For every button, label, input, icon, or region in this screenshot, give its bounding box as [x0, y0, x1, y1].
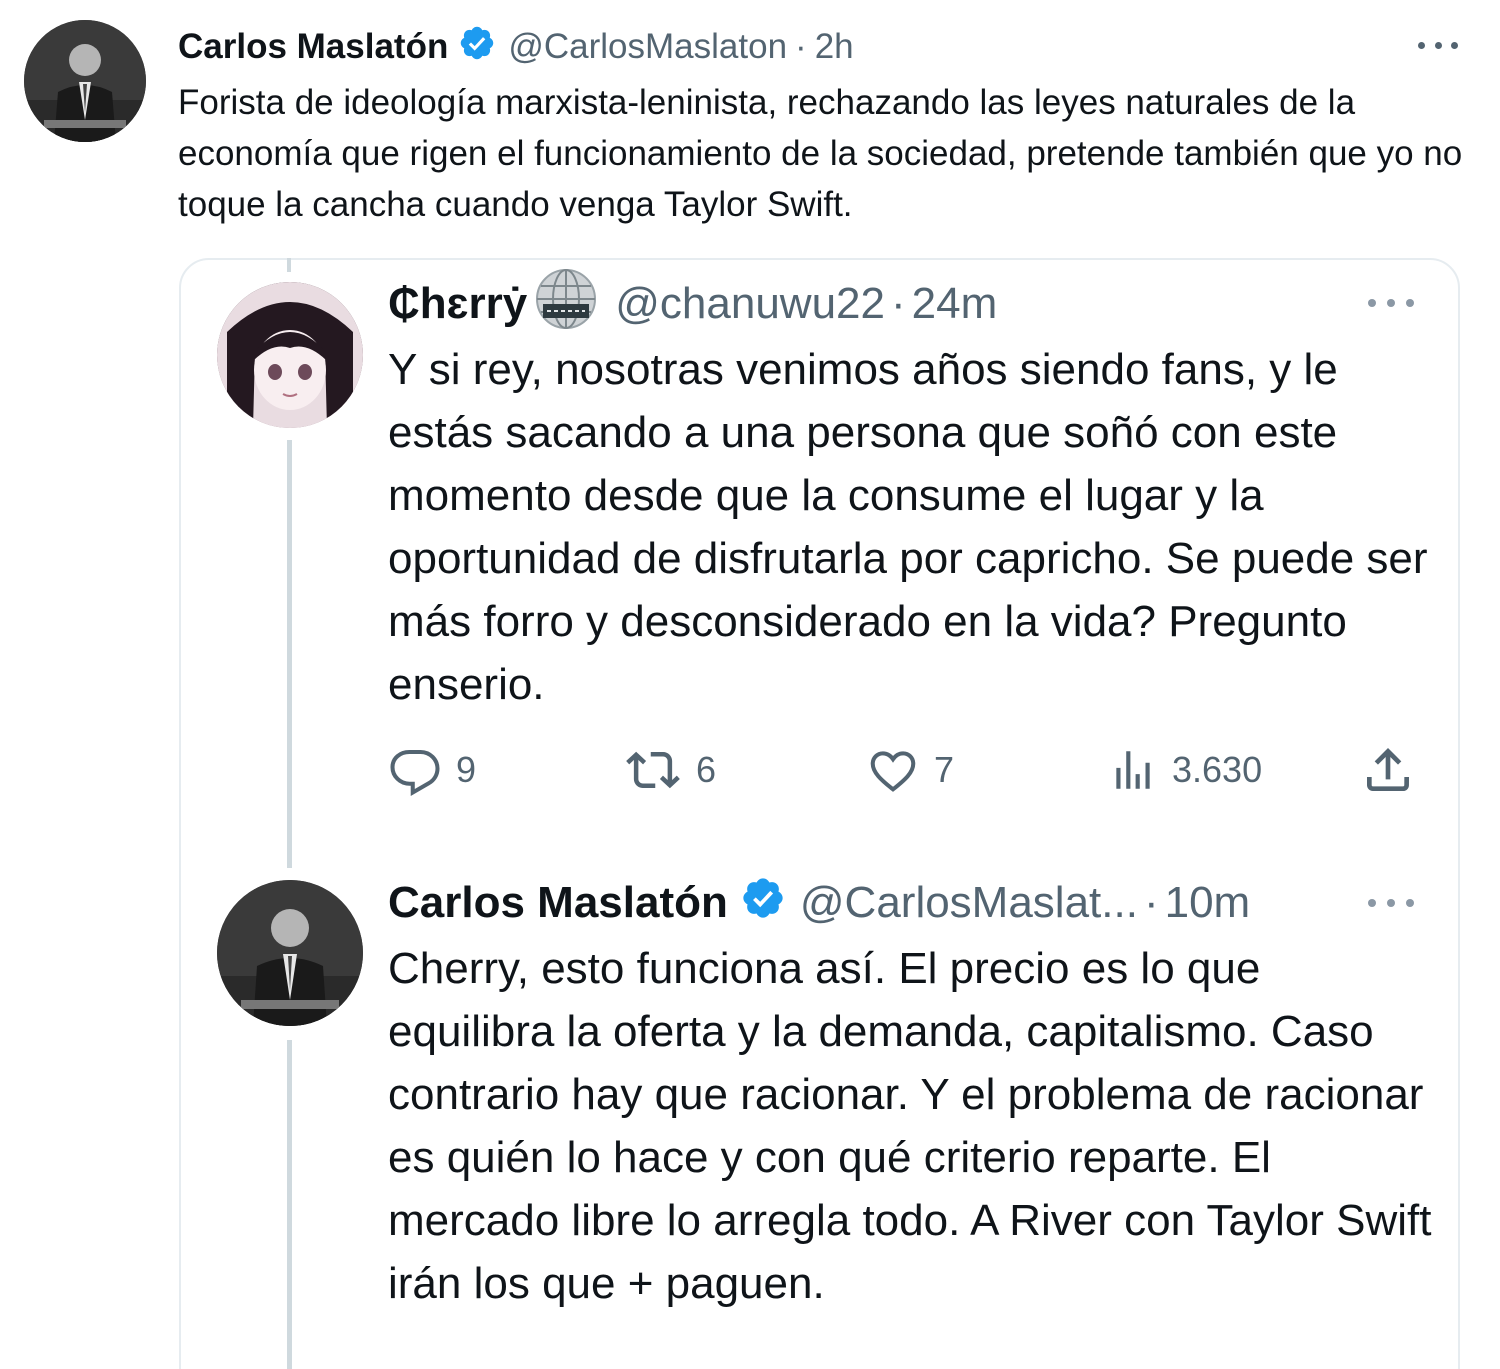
- more-icon[interactable]: [1418, 38, 1458, 52]
- verified-icon: [740, 875, 786, 932]
- tweet-time[interactable]: 24m: [912, 279, 998, 329]
- tweet-time[interactable]: 2h: [815, 27, 854, 67]
- retweet-button[interactable]: 6: [624, 740, 716, 800]
- views-count: 3.630: [1172, 749, 1263, 790]
- avatar-photo: [217, 282, 363, 428]
- author-handle[interactable]: @chanuwu22: [615, 279, 885, 329]
- globe-icon: [535, 268, 597, 341]
- main-author-avatar[interactable]: [24, 20, 146, 142]
- page: Carlos Maslatón @CarlosMaslaton · 2h For…: [0, 0, 1500, 1369]
- retweet-count: 6: [696, 749, 717, 790]
- author-name[interactable]: Carlos Maslatón: [388, 878, 728, 928]
- separator: ·: [1143, 878, 1159, 927]
- verified-icon: [458, 24, 496, 71]
- quoted-tweet-text: Y si rey, nosotras venimos años siendo f…: [388, 345, 1428, 709]
- like-button[interactable]: 7: [866, 740, 954, 800]
- like-count: 7: [934, 749, 955, 790]
- more-icon[interactable]: [1368, 296, 1414, 310]
- main-tweet-header: Carlos Maslatón @CarlosMaslaton · 2h: [178, 22, 854, 72]
- views-icon: [1108, 743, 1158, 797]
- like-icon: [866, 743, 920, 797]
- tweet-actions: 9 6 7 3.630: [388, 740, 1418, 800]
- thread-line: [287, 440, 292, 868]
- thread-line: [287, 258, 291, 272]
- reply-count: 9: [456, 749, 477, 790]
- reply-tweet-header: Carlos Maslatón @CarlosMaslat... · 10m: [388, 873, 1250, 933]
- main-tweet-text: Forista de ideología marxista-leninista,…: [178, 83, 1463, 224]
- author-handle[interactable]: @CarlosMaslaton: [508, 27, 787, 67]
- share-button[interactable]: [1360, 740, 1416, 800]
- reply-tweet-text: Cherry, esto funciona así. El precio es …: [388, 944, 1432, 1308]
- share-icon: [1360, 742, 1416, 798]
- reply-author-avatar[interactable]: [217, 880, 363, 1026]
- avatar-photo: [24, 20, 146, 142]
- tweet-time[interactable]: 10m: [1165, 878, 1251, 928]
- author-handle[interactable]: @CarlosMaslat...: [800, 878, 1138, 928]
- quoted-tweet-header: ₵hɛrrẏ @chanuwu22 · 24m: [388, 268, 998, 334]
- reply-icon: [388, 743, 442, 797]
- separator: ·: [795, 27, 807, 66]
- views-button[interactable]: 3.630: [1108, 740, 1262, 800]
- avatar-photo: [217, 880, 363, 1026]
- author-name[interactable]: ₵hɛrrẏ: [388, 279, 527, 329]
- cherry-avatar[interactable]: [217, 282, 363, 428]
- separator: ·: [891, 279, 906, 328]
- more-icon[interactable]: [1368, 896, 1414, 910]
- author-name[interactable]: Carlos Maslatón: [178, 27, 448, 67]
- thread-line: [287, 1040, 292, 1369]
- reply-button[interactable]: 9: [388, 740, 476, 800]
- retweet-icon: [624, 743, 682, 797]
